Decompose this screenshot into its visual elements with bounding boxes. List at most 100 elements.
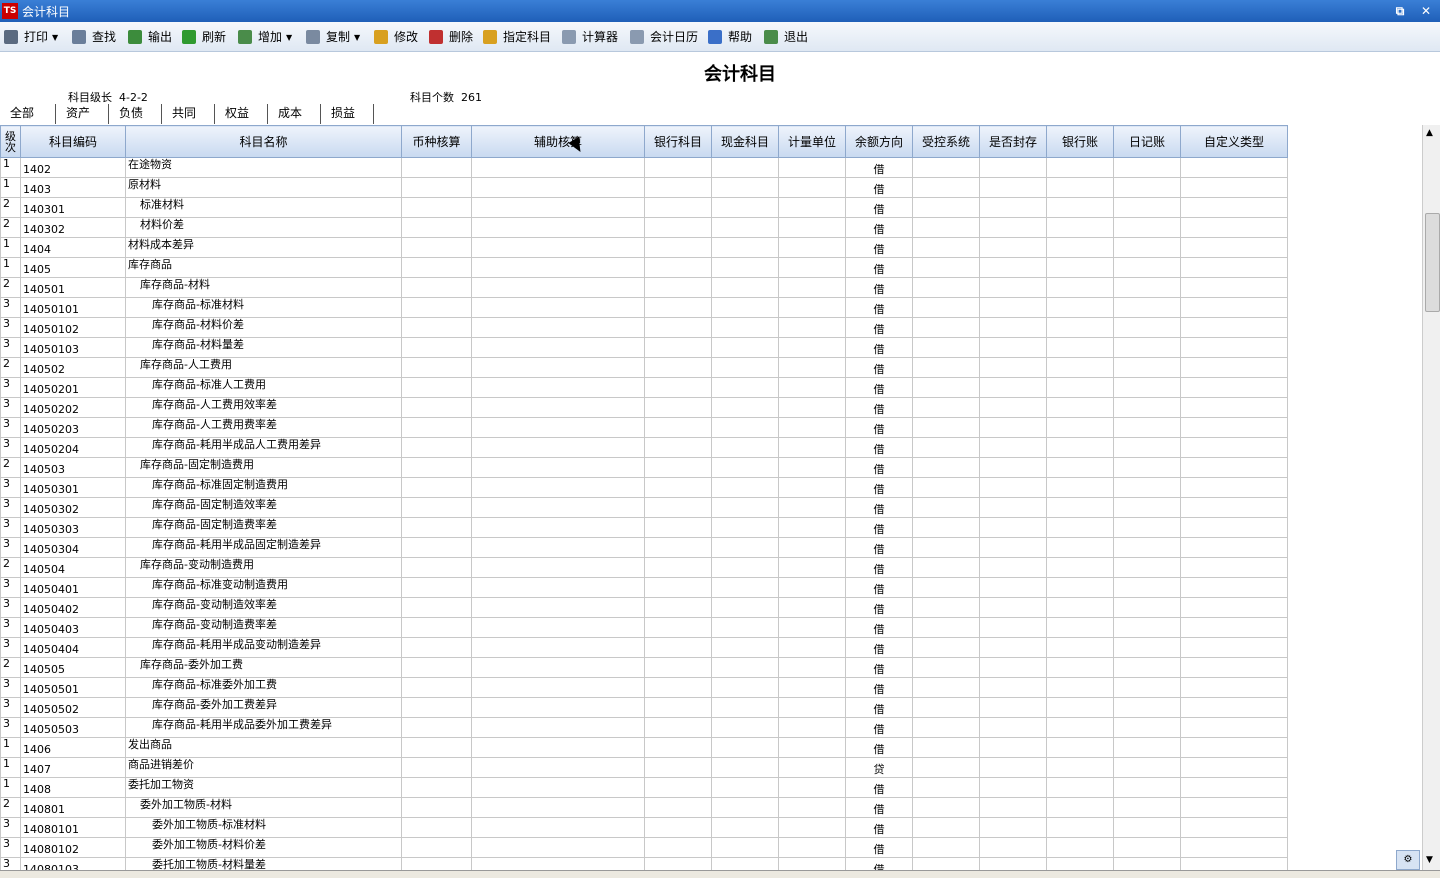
empty-cell[interactable] <box>912 277 980 298</box>
empty-cell[interactable] <box>401 857 472 870</box>
empty-cell[interactable] <box>1113 297 1181 318</box>
empty-cell[interactable] <box>644 797 712 818</box>
empty-cell[interactable] <box>1180 577 1288 598</box>
empty-cell[interactable] <box>471 617 645 638</box>
empty-cell[interactable] <box>979 337 1047 358</box>
empty-cell[interactable] <box>644 837 712 858</box>
empty-cell[interactable] <box>979 657 1047 678</box>
empty-cell[interactable] <box>711 157 779 178</box>
table-row[interactable]: 3 14050101 库存商品-标准材料 借 <box>0 297 1422 318</box>
empty-cell[interactable] <box>644 637 712 658</box>
empty-cell[interactable] <box>471 797 645 818</box>
empty-cell[interactable] <box>1180 817 1288 838</box>
empty-cell[interactable] <box>1113 657 1181 678</box>
empty-cell[interactable] <box>1180 197 1288 218</box>
empty-cell[interactable] <box>1180 657 1288 678</box>
empty-cell[interactable] <box>711 737 779 758</box>
empty-cell[interactable] <box>778 457 846 478</box>
empty-cell[interactable] <box>1180 777 1288 798</box>
empty-cell[interactable] <box>471 697 645 718</box>
empty-cell[interactable] <box>912 717 980 738</box>
table-row[interactable]: 2 140502 库存商品-人工费用 借 <box>0 357 1422 378</box>
empty-cell[interactable] <box>471 337 645 358</box>
code-cell[interactable]: 140501 <box>20 277 126 298</box>
empty-cell[interactable] <box>711 357 779 378</box>
empty-cell[interactable] <box>401 757 472 778</box>
print-button[interactable]: 打印 ▼ <box>4 28 58 46</box>
name-cell[interactable]: 库存商品-标准变动制造费用 <box>125 577 402 598</box>
level-cell[interactable]: 3 <box>0 437 21 458</box>
empty-cell[interactable] <box>711 517 779 538</box>
empty-cell[interactable] <box>778 797 846 818</box>
name-cell[interactable]: 材料成本差异 <box>125 237 402 258</box>
empty-cell[interactable] <box>979 157 1047 178</box>
scroll-down-icon[interactable]: ▼ <box>1426 855 1433 865</box>
tab-liabilities[interactable]: 负债 <box>109 104 162 124</box>
empty-cell[interactable] <box>1113 437 1181 458</box>
empty-cell[interactable] <box>401 277 472 298</box>
tab-common[interactable]: 共同 <box>162 104 215 124</box>
empty-cell[interactable] <box>711 417 779 438</box>
table-row[interactable]: 1 1402 在途物资 借 <box>0 157 1422 178</box>
empty-cell[interactable] <box>778 557 846 578</box>
empty-cell[interactable] <box>912 617 980 638</box>
empty-cell[interactable] <box>912 777 980 798</box>
name-cell[interactable]: 库存商品-委外加工费差异 <box>125 697 402 718</box>
name-cell[interactable]: 库存商品-标准人工费用 <box>125 377 402 398</box>
name-cell[interactable]: 库存商品-标准委外加工费 <box>125 677 402 698</box>
balance-direction-cell[interactable]: 借 <box>845 277 913 298</box>
empty-cell[interactable] <box>912 337 980 358</box>
balance-direction-cell[interactable]: 借 <box>845 457 913 478</box>
level-cell[interactable]: 3 <box>0 477 21 498</box>
empty-cell[interactable] <box>401 497 472 518</box>
empty-cell[interactable] <box>401 237 472 258</box>
empty-cell[interactable] <box>912 837 980 858</box>
code-cell[interactable]: 1404 <box>20 237 126 258</box>
level-cell[interactable]: 3 <box>0 617 21 638</box>
empty-cell[interactable] <box>401 657 472 678</box>
balance-direction-cell[interactable]: 借 <box>845 597 913 618</box>
code-cell[interactable]: 14050404 <box>20 637 126 658</box>
name-cell[interactable]: 库存商品-耗用半成品固定制造差异 <box>125 537 402 558</box>
close-button[interactable]: ✕ <box>1418 3 1434 19</box>
code-cell[interactable]: 14050304 <box>20 537 126 558</box>
code-cell[interactable]: 14050501 <box>20 677 126 698</box>
settings-icon[interactable]: ⚙ <box>1396 850 1420 870</box>
empty-cell[interactable] <box>401 517 472 538</box>
empty-cell[interactable] <box>471 637 645 658</box>
empty-cell[interactable] <box>1113 397 1181 418</box>
empty-cell[interactable] <box>912 237 980 258</box>
empty-cell[interactable] <box>912 217 980 238</box>
table-row[interactable]: 3 14050201 库存商品-标准人工费用 借 <box>0 377 1422 398</box>
name-cell[interactable]: 库存商品 <box>125 257 402 278</box>
empty-cell[interactable] <box>644 517 712 538</box>
empty-cell[interactable] <box>711 777 779 798</box>
empty-cell[interactable] <box>979 277 1047 298</box>
empty-cell[interactable] <box>1046 637 1114 658</box>
empty-cell[interactable] <box>1113 817 1181 838</box>
empty-cell[interactable] <box>401 457 472 478</box>
code-cell[interactable]: 14050102 <box>20 317 126 338</box>
empty-cell[interactable] <box>1046 397 1114 418</box>
empty-cell[interactable] <box>401 777 472 798</box>
empty-cell[interactable] <box>778 697 846 718</box>
empty-cell[interactable] <box>1113 837 1181 858</box>
empty-cell[interactable] <box>778 437 846 458</box>
empty-cell[interactable] <box>912 637 980 658</box>
empty-cell[interactable] <box>912 297 980 318</box>
empty-cell[interactable] <box>644 477 712 498</box>
level-cell[interactable]: 3 <box>0 577 21 598</box>
empty-cell[interactable] <box>912 357 980 378</box>
empty-cell[interactable] <box>711 197 779 218</box>
empty-cell[interactable] <box>912 197 980 218</box>
balance-direction-cell[interactable]: 借 <box>845 337 913 358</box>
empty-cell[interactable] <box>711 177 779 198</box>
code-cell[interactable]: 1405 <box>20 257 126 278</box>
empty-cell[interactable] <box>471 377 645 398</box>
empty-cell[interactable] <box>1180 637 1288 658</box>
empty-cell[interactable] <box>979 377 1047 398</box>
tab-profit-loss[interactable]: 损益 <box>321 104 374 124</box>
code-cell[interactable]: 14050302 <box>20 497 126 518</box>
delete-button[interactable]: 删除 <box>429 28 473 46</box>
empty-cell[interactable] <box>711 577 779 598</box>
